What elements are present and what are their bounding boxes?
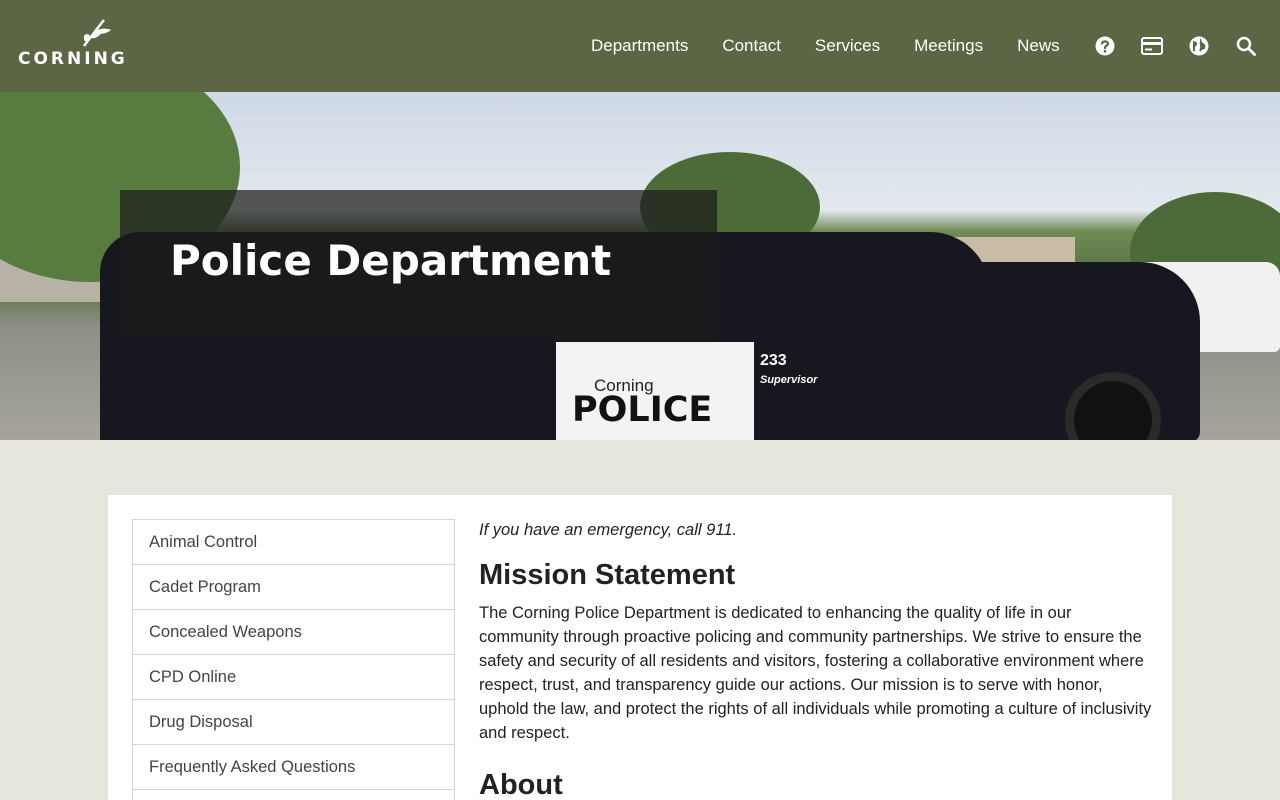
main-content: If you have an emergency, call 911. Miss… — [479, 519, 1154, 800]
logo-text: CORNING — [18, 49, 128, 69]
sidebar-item-cpd-online[interactable]: CPD Online — [132, 655, 455, 700]
hero-title-box: Police Department — [120, 190, 717, 340]
nav-services[interactable]: Services — [798, 36, 897, 56]
page-title: Police Department — [170, 236, 612, 285]
sidebar-item-cadet-program[interactable]: Cadet Program — [132, 565, 455, 610]
sidebar-item-next[interactable] — [132, 790, 455, 800]
payment-card-icon[interactable] — [1135, 29, 1169, 63]
sidebar-item-drug-disposal[interactable]: Drug Disposal — [132, 700, 455, 745]
mission-text: The Corning Police Department is dedicat… — [479, 604, 1152, 742]
hero-banner: Corning POLICE 233 Supervisor Police Dep… — [0, 92, 1280, 440]
site-header: CORNING Departments Contact Services Mee… — [0, 0, 1280, 92]
olive-branch-icon — [83, 19, 111, 47]
car-number: 233 — [760, 352, 787, 369]
nav-icon-group — [1088, 0, 1263, 92]
sidebar-menu: Animal Control Cadet Program Concealed W… — [132, 519, 455, 800]
nav-meetings[interactable]: Meetings — [897, 36, 1000, 56]
mission-heading: Mission Statement — [479, 559, 736, 591]
sidebar-item-animal-control[interactable]: Animal Control — [132, 520, 455, 565]
sidebar-item-concealed-weapons[interactable]: Concealed Weapons — [132, 610, 455, 655]
car-role-label: Supervisor — [760, 374, 818, 386]
nav-news[interactable]: News — [1000, 36, 1077, 56]
main-nav: Departments Contact Services Meetings Ne… — [574, 0, 1077, 92]
about-heading: About — [479, 769, 563, 800]
content-card: Animal Control Cadet Program Concealed W… — [108, 495, 1172, 800]
search-icon[interactable] — [1229, 29, 1263, 63]
car-door-police-text: POLICE — [572, 390, 713, 430]
globe-icon[interactable] — [1182, 29, 1216, 63]
corning-logo[interactable]: CORNING — [18, 18, 138, 70]
nav-contact[interactable]: Contact — [705, 36, 798, 56]
sidebar-item-faq[interactable]: Frequently Asked Questions — [132, 745, 455, 790]
emergency-notice: If you have an emergency, call 911. — [479, 521, 738, 539]
help-icon[interactable] — [1088, 29, 1122, 63]
nav-departments[interactable]: Departments — [574, 36, 705, 56]
